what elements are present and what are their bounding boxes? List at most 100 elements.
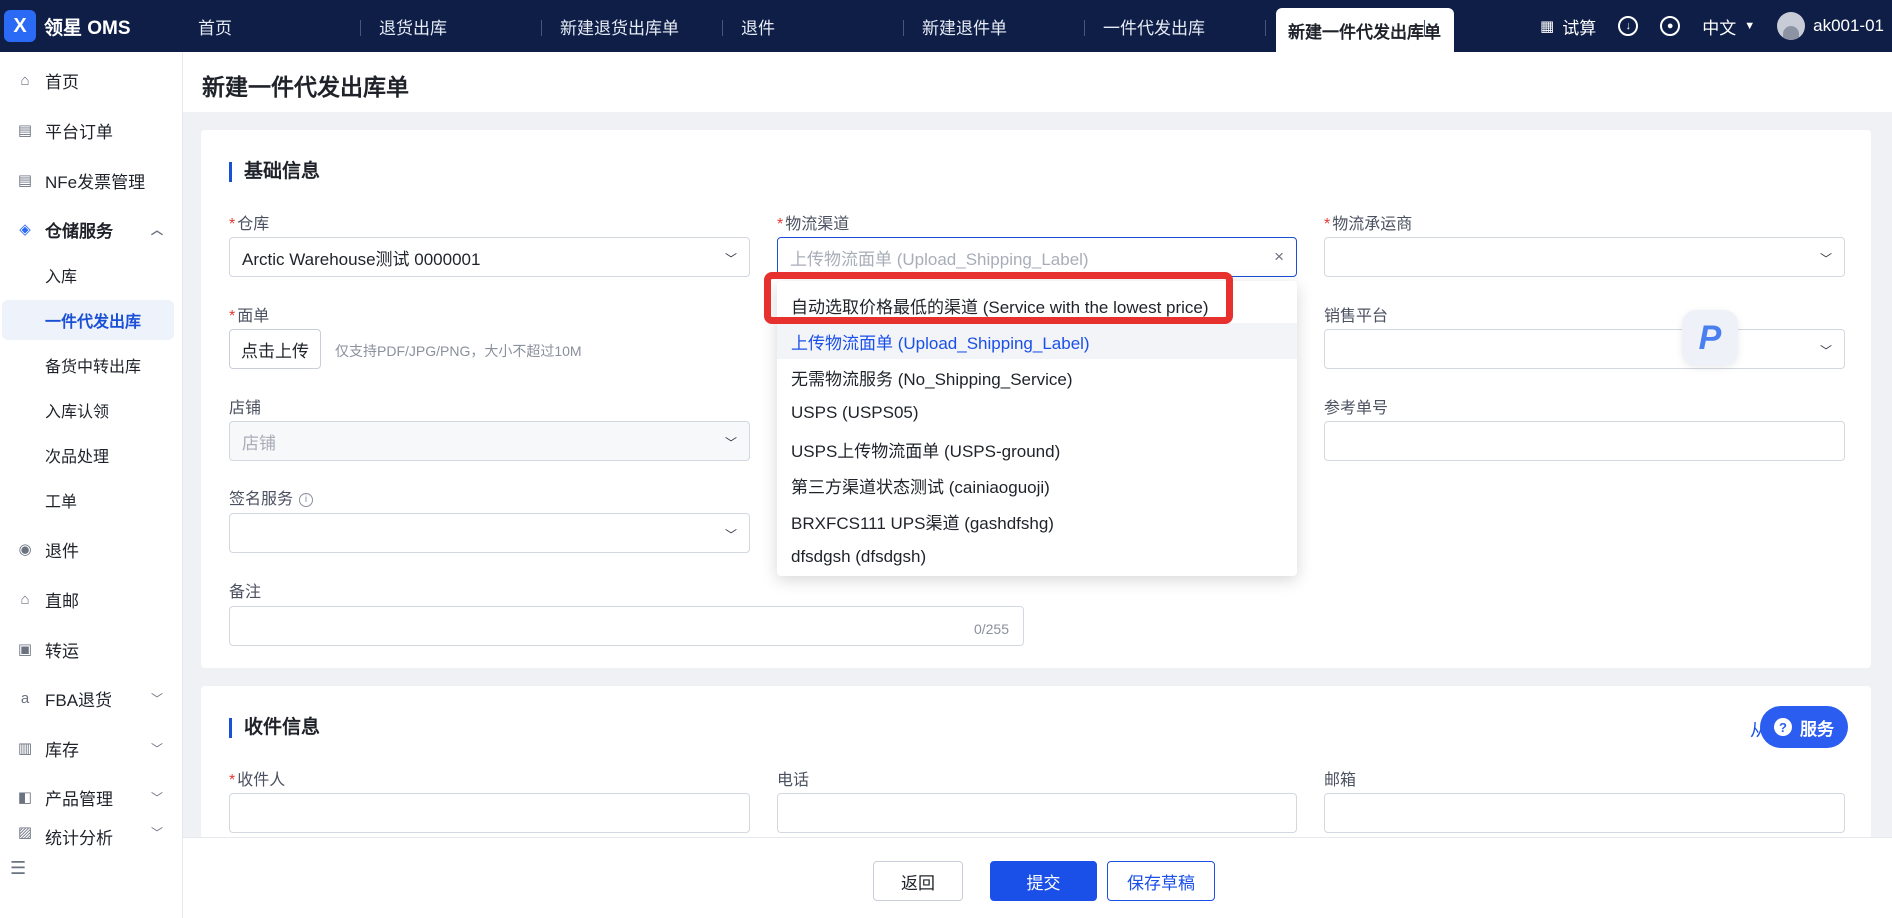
top-bar: X 领星 OMS 首页 退货出库 新建退货出库单 退件 新建退件单 一件代发出库… — [0, 0, 1892, 52]
channel-option[interactable]: 无需物流服务 (No_Shipping_Service) — [777, 359, 1297, 395]
more-tabs-icon[interactable]: ··· — [1390, 14, 1413, 37]
recipient-input[interactable] — [229, 793, 750, 833]
page-title: 新建一件代发出库单 — [202, 74, 409, 100]
channel-option[interactable]: USPS (USPS05) — [777, 395, 1297, 431]
sidebar-item-warehouse-service[interactable]: ◈ 仓储服务 ︿ — [0, 209, 183, 249]
submit-button[interactable]: 提交 — [990, 861, 1097, 901]
inventory-icon: ▥ — [17, 740, 33, 757]
caret-down-icon: ▼ — [1744, 20, 1756, 32]
divider — [1424, 20, 1425, 36]
channel-option[interactable]: 上传物流面单 (Upload_Shipping_Label) — [777, 323, 1297, 359]
waybill-label: * 面单 — [229, 308, 270, 325]
sidebar-sub-stock-transfer[interactable]: 备货中转出库 — [2, 345, 174, 385]
sidebar-sub-inbound-claim[interactable]: 入库认领 — [2, 390, 174, 430]
signature-select[interactable]: ﹀ — [229, 513, 750, 553]
sidebar-item-fba-returns[interactable]: a FBA退货 ﹀ — [0, 678, 183, 718]
sidebar-sub-inbound[interactable]: 入库 — [2, 255, 174, 295]
chevron-down-icon: ﹀ — [724, 528, 737, 542]
sidebar-item-returns[interactable]: ◉ 退件 — [0, 529, 183, 569]
channel-label: * 物流渠道 — [777, 216, 850, 233]
chevron-down-icon: ﹀ — [724, 252, 737, 266]
email-input[interactable] — [1324, 793, 1845, 833]
shop-select[interactable]: 店铺 ﹀ — [229, 421, 750, 461]
chevron-down-icon: ﹀ — [1819, 344, 1832, 358]
top-right-actions: ▦ 试算 ↓ ● 中文 ▼ ak001-01 — [1518, 0, 1884, 52]
clipboard-icon: ▤ — [17, 172, 33, 189]
platform-select[interactable]: ﹀ — [1324, 329, 1845, 369]
avatar — [1777, 12, 1806, 40]
user-menu[interactable]: ak001-01 — [1777, 12, 1884, 40]
logo-icon: X — [4, 10, 36, 42]
footer-bar: 返回 提交 保存草稿 — [183, 837, 1892, 918]
sidebar-item-direct-mail[interactable]: ⌂ 直邮 — [0, 579, 183, 619]
home-icon: ⌂ — [20, 71, 30, 89]
p-badge-icon[interactable]: P — [1682, 310, 1738, 366]
tab-home[interactable]: 首页 — [180, 0, 361, 52]
chevron-down-icon: ﹀ — [150, 790, 163, 805]
collapse-sidebar-icon[interactable]: ☰ — [10, 858, 26, 879]
warehouse-label: * 仓库 — [229, 216, 270, 233]
remark-textarea[interactable]: 0/255 — [229, 606, 1024, 646]
clear-icon[interactable]: × — [1274, 247, 1284, 267]
settings-button[interactable]: ● — [1660, 16, 1681, 36]
product-icon: ◧ — [17, 789, 33, 806]
app-title: 领星 OMS — [44, 17, 131, 39]
channel-option[interactable]: dfsdgsh (dfsdgsh) — [777, 539, 1297, 575]
amazon-icon: a — [20, 689, 30, 707]
phone-input[interactable] — [777, 793, 1297, 833]
stats-icon: ▨ — [17, 824, 33, 841]
tab-return-outbound[interactable]: 退货出库 — [361, 0, 542, 52]
sidebar: ⌂ 首页 ▤ 平台订单 ▤ NFe发票管理 ◈ 仓储服务 ︿ 入库 一件代发出库 备货中… — [0, 52, 183, 918]
sidebar-item-inventory[interactable]: ▥ 库存 ﹀ — [0, 728, 183, 768]
logo[interactable]: X 领星 OMS — [4, 8, 131, 44]
sidebar-sub-dropship-outbound[interactable]: 一件代发出库 — [2, 300, 174, 340]
shop-label: 店铺 — [229, 400, 262, 417]
sidebar-item-platform-orders[interactable]: ▤ 平台订单 — [0, 110, 183, 150]
remark-label: 备注 — [229, 584, 262, 601]
sidebar-item-home[interactable]: ⌂ 首页 — [0, 60, 183, 100]
service-button[interactable]: ? 服务 — [1760, 706, 1848, 748]
channel-option[interactable]: BRXFCS111 UPS渠道 (gashdfshg) — [777, 503, 1297, 539]
mail-icon: ⌂ — [20, 590, 30, 608]
sidebar-sub-defective[interactable]: 次品处理 — [2, 435, 174, 475]
calculator-icon: ▦ — [1540, 18, 1555, 35]
channel-select[interactable]: 上传物流面单 (Upload_Shipping_Label) × — [777, 237, 1297, 277]
chevron-down-icon: ﹀ — [150, 691, 163, 706]
back-button[interactable]: 返回 — [873, 861, 963, 901]
clipboard-icon: ▤ — [17, 122, 33, 139]
section-title-basic: 基础信息 — [229, 162, 320, 182]
reference-label: 参考单号 — [1324, 400, 1389, 417]
platform-label: 销售平台 — [1324, 308, 1389, 325]
tab-returns[interactable]: 退件 — [723, 0, 904, 52]
tab-new-return-outbound[interactable]: 新建退货出库单 — [542, 0, 723, 52]
carrier-select[interactable]: ﹀ — [1324, 237, 1845, 277]
save-draft-button[interactable]: 保存草稿 — [1107, 861, 1215, 901]
channel-option[interactable]: USPS上传物流面单 (USPS-ground) — [777, 431, 1297, 467]
trial-button[interactable]: ▦ 试算 — [1540, 14, 1596, 39]
chevron-down-icon: ﹀ — [724, 436, 737, 450]
upload-button[interactable]: 点击上传 — [229, 329, 321, 369]
tab-new-return[interactable]: 新建退件单 — [904, 0, 1085, 52]
channel-option[interactable]: 自动选取价格最低的渠道 (Service with the lowest pri… — [777, 287, 1297, 323]
recipient-card: 收件信息 * 收件人 电话 邮箱 — [201, 686, 1871, 846]
recipient-label: * 收件人 — [229, 772, 286, 789]
sidebar-item-products[interactable]: ◧ 产品管理 ﹀ — [0, 777, 183, 817]
sidebar-item-statistics[interactable]: ▨ 统计分析 ﹀ — [0, 824, 183, 846]
warehouse-select[interactable]: Arctic Warehouse测试 0000001 ﹀ — [229, 237, 750, 277]
reference-input[interactable] — [1324, 421, 1845, 461]
signature-label: 签名服务 i — [229, 485, 314, 509]
sidebar-sub-work-order[interactable]: 工单 — [2, 480, 174, 520]
tab-dropship-outbound[interactable]: 一件代发出库 — [1085, 0, 1266, 52]
help-icon: ? — [1774, 718, 1792, 736]
sidebar-item-nfe-invoice[interactable]: ▤ NFe发票管理 — [0, 160, 183, 200]
info-icon[interactable]: i — [299, 492, 314, 507]
channel-dropdown: 自动选取价格最低的渠道 (Service with the lowest pri… — [777, 281, 1297, 576]
download-button[interactable]: ↓ — [1618, 16, 1639, 36]
sidebar-item-transfer[interactable]: ▣ 转运 — [0, 629, 183, 669]
return-icon: ◉ — [18, 541, 32, 558]
language-select[interactable]: 中文 ▼ — [1702, 14, 1755, 39]
chevron-down-icon: ﹀ — [150, 741, 163, 756]
tab-new-dropship-outbound[interactable]: 新建一件代发出库单 — [1276, 8, 1454, 52]
section-title-recipient: 收件信息 — [229, 718, 320, 738]
channel-option[interactable]: 第三方渠道状态测试 (cainiaoguoji) — [777, 467, 1297, 503]
